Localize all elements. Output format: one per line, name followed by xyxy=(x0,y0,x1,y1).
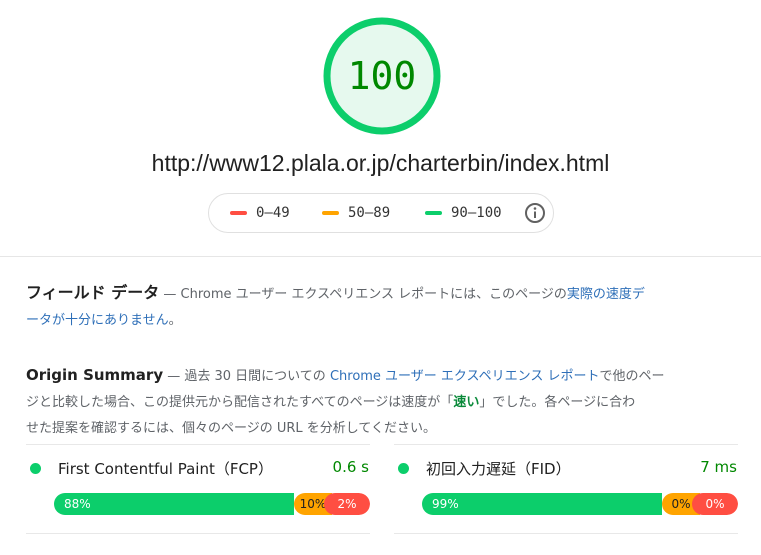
origin-summary-text-3: ジと比較した場合、この提供元から配信されたすべてのページは速度が「 xyxy=(26,395,454,410)
field-data-link-part1[interactable]: 実際の速度デ xyxy=(567,287,645,302)
legend-swatch-average xyxy=(322,211,339,215)
score-legend: 0–49 50–89 90–100 xyxy=(208,193,554,233)
good-status-dot xyxy=(30,463,41,474)
metric-divider xyxy=(394,533,738,534)
performance-score: 100 xyxy=(347,54,417,98)
section-divider xyxy=(0,256,761,257)
field-data-description-end: 。 xyxy=(168,313,182,328)
legend-label-good: 90–100 xyxy=(451,205,502,221)
info-icon[interactable] xyxy=(524,202,546,224)
field-data-link-part2[interactable]: ータが十分にありません xyxy=(26,313,169,328)
metric-value: 7 ms xyxy=(700,458,737,476)
metric-value: 0.6 s xyxy=(332,458,369,476)
legend-item-average: 50–89 xyxy=(322,205,390,221)
metric-name: 初回入力遅延（FID） xyxy=(426,460,571,478)
bar-segment-good: 99% xyxy=(422,493,662,515)
legend-swatch-good xyxy=(425,211,442,215)
tested-url: http://www12.plala.or.jp/charterbin/inde… xyxy=(151,150,610,176)
metric-fid: 初回入力遅延（FID） 7 ms 99% 0% 0% xyxy=(398,458,738,518)
crux-report-link[interactable]: Chrome ユーザー エクスペリエンス レポート xyxy=(330,369,600,384)
field-data-description: — Chrome ユーザー エクスペリエンス レポートには、このページの xyxy=(159,287,567,302)
origin-summary-text-5: せた提案を確認するには、個々のページの URL を分析してください。 xyxy=(26,421,437,436)
good-status-dot xyxy=(398,463,409,474)
bar-segment-poor: 0% xyxy=(692,493,738,515)
distribution-bar: 99% 0% 0% xyxy=(422,493,738,515)
metric-header: First Contentful Paint（FCP） xyxy=(30,458,273,479)
legend-item-good: 90–100 xyxy=(425,205,502,221)
legend-swatch-poor xyxy=(230,211,247,215)
origin-summary-text-2: で他のペー xyxy=(599,369,665,384)
legend-item-poor: 0–49 xyxy=(230,205,290,221)
speed-rating: 速い xyxy=(453,395,480,410)
bar-segment-poor: 2% xyxy=(324,493,370,515)
field-data-section: フィールド データ — Chrome ユーザー エクスペリエンス レポートには、… xyxy=(26,280,691,334)
origin-summary-text-4: 」でした。各ページに合わ xyxy=(479,395,636,410)
metric-divider xyxy=(394,444,738,445)
distribution-bar: 88% 10% 2% xyxy=(54,493,370,515)
origin-summary-text-1: — 過去 30 日間についての xyxy=(163,369,330,384)
origin-summary-section: Origin Summary — 過去 30 日間についての Chrome ユー… xyxy=(26,362,691,442)
legend-label-poor: 0–49 xyxy=(256,205,290,221)
bar-segment-good: 88% xyxy=(54,493,294,515)
metric-header: 初回入力遅延（FID） xyxy=(398,458,571,479)
metric-name: First Contentful Paint（FCP） xyxy=(58,460,273,478)
score-gauge: 100 xyxy=(322,16,442,136)
field-data-title: フィールド データ xyxy=(26,283,160,302)
metric-divider xyxy=(26,444,370,445)
legend-label-average: 50–89 xyxy=(348,205,391,221)
origin-summary-title: Origin Summary xyxy=(26,366,164,384)
metric-fcp: First Contentful Paint（FCP） 0.6 s 88% 10… xyxy=(30,458,370,518)
metric-divider xyxy=(26,533,370,534)
